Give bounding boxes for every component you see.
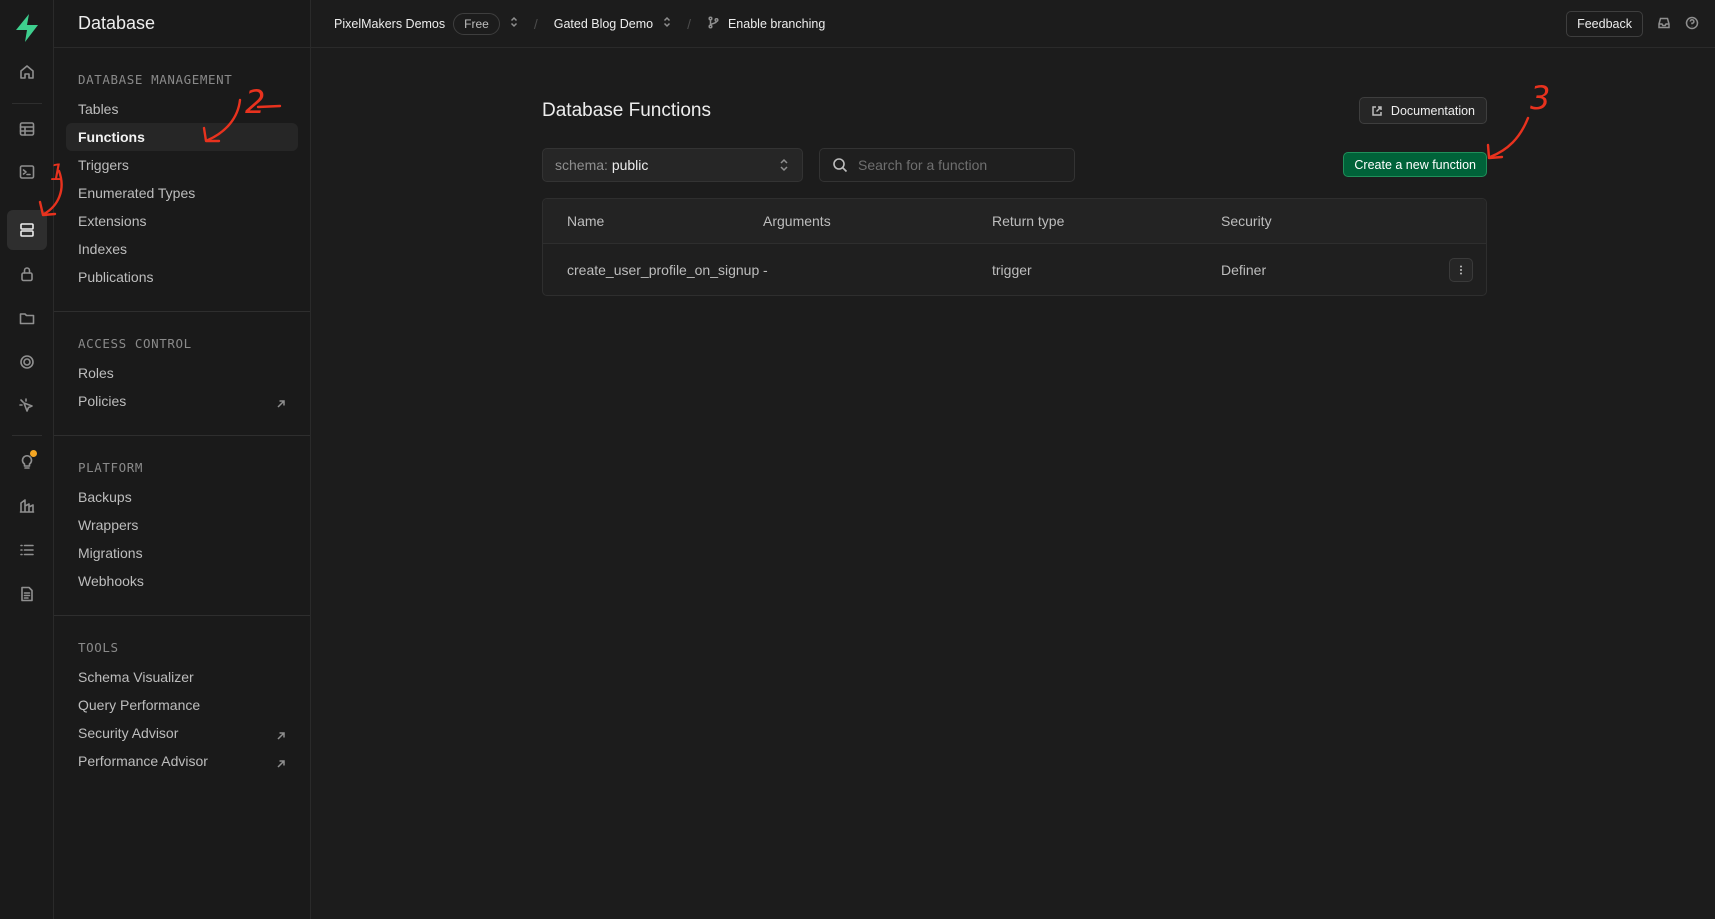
functions-table: Name Arguments Return type Security crea… (542, 198, 1487, 296)
column-header-arguments: Arguments (763, 213, 831, 229)
section-tools: TOOLS Schema Visualizer Query Performanc… (54, 616, 310, 795)
enable-branching-button[interactable]: Enable branching (707, 15, 826, 32)
external-link-icon (1372, 105, 1382, 116)
row-actions-button[interactable] (1449, 257, 1473, 282)
database-sidebar: Database DATABASE MANAGEMENT Tables Func… (54, 0, 311, 919)
sidebar-header: Database (54, 0, 310, 48)
cell-name: create_user_profile_on_signup (567, 261, 760, 278)
section-database-management: DATABASE MANAGEMENT Tables Functions Tri… (54, 48, 310, 312)
function-search[interactable] (819, 148, 1075, 182)
section-platform: PLATFORM Backups Wrappers Migrations Web… (54, 436, 310, 616)
sidebar-item-extensions[interactable]: Extensions (66, 207, 298, 235)
external-link-icon (276, 756, 286, 768)
rail-divider (12, 435, 42, 436)
chevron-up-down-icon (780, 158, 788, 172)
schema-value: public (611, 157, 649, 173)
column-header-name: Name (567, 213, 605, 229)
reports-icon[interactable] (7, 486, 47, 526)
supabase-logo-icon[interactable] (13, 13, 41, 43)
project-name: Gated Blog Demo (553, 16, 654, 31)
sidebar-item-publications[interactable]: Publications (66, 263, 298, 291)
enable-branching-label: Enable branching (727, 16, 826, 31)
sidebar-item-enumerated-types[interactable]: Enumerated Types (66, 179, 298, 207)
icon-rail (0, 0, 54, 919)
feedback-button[interactable]: Feedback (1566, 11, 1643, 37)
documentation-label: Documentation (1390, 103, 1475, 118)
org-selector[interactable]: PixelMakers Demos Free (334, 12, 520, 35)
sql-editor-icon[interactable] (7, 152, 47, 192)
sidebar-item-performance-advisor[interactable]: Performance Advisor (66, 747, 298, 775)
help-icon[interactable] (1685, 16, 1699, 33)
annotation-number: 3 (1530, 79, 1550, 117)
sidebar-item-schema-visualizer[interactable]: Schema Visualizer (66, 663, 298, 691)
schema-label: schema: (555, 157, 608, 173)
project-selector[interactable]: Gated Blog Demo (554, 16, 673, 31)
chevron-up-down-icon (661, 16, 673, 31)
table-header: Name Arguments Return type Security (543, 199, 1486, 244)
schema-selector[interactable]: schema: public (542, 148, 803, 182)
sidebar-item-backups[interactable]: Backups (66, 483, 298, 511)
home-icon[interactable] (7, 52, 47, 92)
page-title: Database Functions (542, 100, 711, 121)
external-link-icon (276, 728, 286, 740)
git-branch-icon (707, 15, 720, 32)
sidebar-item-triggers[interactable]: Triggers (66, 151, 298, 179)
column-header-return-type: Return type (992, 213, 1065, 229)
edge-functions-icon[interactable] (7, 386, 47, 426)
sidebar-item-query-performance[interactable]: Query Performance (66, 691, 298, 719)
top-bar-actions: Feedback (1566, 0, 1715, 48)
sidebar-item-roles[interactable]: Roles (66, 359, 298, 387)
sidebar-item-indexes[interactable]: Indexes (66, 235, 298, 263)
section-heading: TOOLS (78, 640, 119, 655)
cell-security: Definer (1221, 261, 1267, 278)
more-vertical-icon (1460, 265, 1462, 274)
create-function-button[interactable]: Create a new function (1343, 152, 1487, 177)
advisors-icon[interactable] (7, 441, 47, 481)
sidebar-item-wrappers[interactable]: Wrappers (66, 511, 298, 539)
plan-badge: Free (453, 12, 500, 35)
sidebar-item-policies[interactable]: Policies (66, 387, 298, 415)
cell-arguments: - (763, 261, 768, 278)
sidebar-item-webhooks[interactable]: Webhooks (66, 567, 298, 595)
database-icon[interactable] (7, 210, 47, 250)
external-link-icon (276, 396, 286, 408)
logs-icon[interactable] (7, 530, 47, 570)
table-editor-icon[interactable] (7, 109, 47, 149)
section-heading: PLATFORM (78, 460, 144, 475)
api-docs-icon[interactable] (7, 574, 47, 614)
chevron-up-down-icon (508, 16, 520, 31)
section-heading: DATABASE MANAGEMENT (78, 72, 233, 87)
annotation-arrowhead (1486, 143, 1504, 160)
sidebar-item-tables[interactable]: Tables (66, 95, 298, 123)
search-icon (833, 158, 848, 173)
realtime-icon[interactable] (7, 342, 47, 382)
inbox-icon[interactable] (1657, 16, 1671, 33)
cell-return-type: trigger (992, 261, 1032, 278)
column-header-security: Security (1221, 213, 1272, 229)
notification-dot (30, 450, 37, 457)
breadcrumb-separator: / (687, 15, 691, 32)
section-heading: ACCESS CONTROL (78, 336, 192, 351)
section-access-control: ACCESS CONTROL Roles Policies (54, 312, 310, 436)
org-name: PixelMakers Demos (334, 16, 446, 31)
rail-divider (12, 103, 42, 104)
sidebar-item-functions[interactable]: Functions (66, 123, 298, 151)
breadcrumb-separator: / (533, 15, 538, 32)
sidebar-item-migrations[interactable]: Migrations (66, 539, 298, 567)
sidebar-title: Database (78, 13, 156, 33)
storage-icon[interactable] (7, 298, 47, 338)
sidebar-item-security-advisor[interactable]: Security Advisor (66, 719, 298, 747)
top-bar: PixelMakers Demos Free / Gated Blog Demo… (311, 0, 1715, 48)
documentation-button[interactable]: Documentation (1358, 97, 1487, 124)
auth-icon[interactable] (7, 254, 47, 294)
annotation-arrow (1488, 116, 1530, 159)
table-row[interactable]: create_user_profile_on_signup - trigger … (543, 244, 1486, 295)
search-input[interactable] (858, 157, 1058, 173)
